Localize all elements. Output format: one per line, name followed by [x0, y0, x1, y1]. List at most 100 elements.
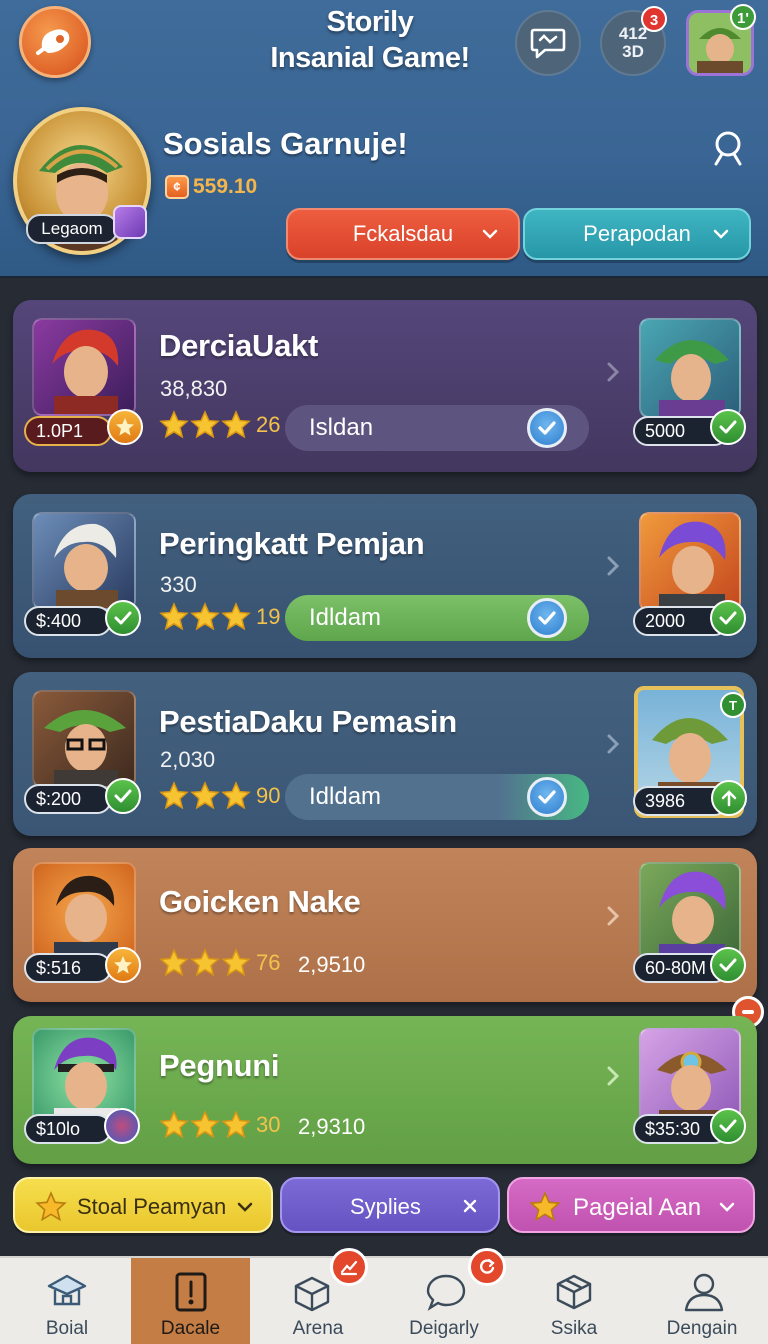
opponent-portrait: [639, 512, 741, 612]
star-icon: [190, 948, 220, 977]
check-badge-icon: [710, 600, 746, 636]
star-icon: [221, 410, 251, 439]
app-logo-button[interactable]: [19, 6, 91, 78]
player-portrait: [32, 318, 136, 416]
tab-label: Boial: [45, 1318, 89, 1339]
chat-bubble-icon: [426, 1274, 466, 1311]
chevron-right-icon[interactable]: [603, 732, 623, 756]
status-pill[interactable]: Isldan: [285, 405, 589, 451]
player-score: 330: [160, 572, 197, 597]
player-card[interactable]: $10lo Pegnuni 30 2,9310 $35:30: [13, 1016, 757, 1164]
star-icon: [190, 781, 220, 810]
check-circle-icon: [527, 408, 567, 448]
star-badge-icon: [105, 947, 141, 983]
player-card[interactable]: $:200 PestiaDaku Pemasin 2,030 90 Idldam…: [13, 672, 757, 836]
tab-dengain[interactable]: Dengain: [638, 1258, 766, 1344]
player-score: 2,030: [160, 747, 216, 772]
school-icon: [47, 1274, 87, 1306]
filter-middle-label: Syplies: [350, 1194, 421, 1219]
player-portrait: [32, 862, 136, 960]
star-count: 26: [256, 412, 281, 437]
stats-line2: 3D: [622, 42, 644, 61]
check-badge-icon: [105, 778, 141, 814]
status-pill[interactable]: Idldam: [285, 774, 589, 820]
dropdown-right-label: Perapodan: [583, 221, 691, 246]
star-icon: [35, 1191, 67, 1222]
star-rating: 30: [159, 1110, 280, 1140]
star-icon: [159, 948, 189, 977]
status-pill[interactable]: Idldam: [285, 595, 589, 641]
chevron-right-icon[interactable]: [603, 360, 623, 384]
star-icon: [190, 602, 220, 631]
game-logo-icon: [36, 29, 70, 55]
check-badge-icon: [710, 947, 746, 983]
rank-label: $10lo: [24, 1114, 112, 1144]
chat-icon: [530, 28, 566, 59]
coin-value: 559.10: [193, 175, 258, 198]
filter-right-dropdown[interactable]: Pageial Aan: [507, 1177, 755, 1233]
package-icon: [556, 1274, 592, 1310]
dropdown-right[interactable]: Perapodan: [523, 208, 751, 260]
refresh-badge-icon: [468, 1248, 506, 1286]
coin-icon: ¢: [165, 175, 189, 199]
opponent-portrait: [639, 318, 741, 418]
chevron-right-icon[interactable]: [603, 554, 623, 578]
profile-tag: Legaom: [26, 214, 118, 244]
player-score: 38,830: [160, 376, 228, 401]
player-name: DerciaUakt: [159, 328, 318, 363]
white-hair-hero-icon: [54, 523, 118, 608]
star-icon: [190, 1110, 220, 1139]
star-count: 76: [256, 950, 281, 975]
player-name: PestiaDaku Pemasin: [159, 704, 457, 739]
player-card[interactable]: 1.0P1 DerciaUakt 38,830 26 Isldan 5000: [13, 300, 757, 472]
tab-ssika[interactable]: Ssika: [510, 1258, 638, 1344]
tab-arena[interactable]: Arena: [254, 1248, 382, 1344]
check-badge-icon: [105, 600, 141, 636]
star-rating: 76: [159, 948, 280, 978]
bottom-tab-bar: Boial Dacale Arena Deigarly Ssika Dengai…: [0, 1248, 768, 1344]
star-rating: 26: [159, 410, 280, 440]
purple-hair-hero-icon: [659, 521, 726, 610]
avatar-notification-badge: 1': [730, 4, 756, 30]
app-title: Storily Insanial Game!: [250, 4, 490, 76]
tab-dacale[interactable]: Dacale: [131, 1258, 250, 1344]
chevron-down-icon: [482, 229, 498, 239]
status-pill-label: Isldan: [309, 414, 374, 441]
player-points: 2,9510: [298, 952, 366, 977]
filter-right-label: Pageial Aan: [573, 1194, 702, 1221]
tab-boial[interactable]: Boial: [3, 1258, 131, 1344]
filter-left-dropdown[interactable]: Stoal Peamyan: [13, 1177, 273, 1233]
trend-badge-icon: [330, 1248, 368, 1286]
search-button[interactable]: [708, 128, 748, 168]
tab-label: Dacale: [160, 1318, 221, 1339]
chat-button[interactable]: [515, 10, 581, 76]
star-icon: [221, 948, 251, 977]
stats-notification-badge: 3: [641, 6, 667, 32]
tab-label: Arena: [292, 1318, 344, 1339]
filter-left-label: Stoal Peamyan: [77, 1194, 227, 1219]
check-circle-icon: [527, 598, 567, 638]
rank-label: 1.0P1: [24, 416, 112, 446]
star-icon: [159, 602, 189, 631]
player-card[interactable]: $:400 Peringkatt Pemjan 330 19 Idldam 20…: [13, 494, 757, 658]
filter-middle-chip[interactable]: Syplies: [280, 1177, 500, 1233]
status-pill-label: Idldam: [309, 604, 382, 631]
star-icon: [159, 1110, 189, 1139]
star-rating: 90: [159, 781, 280, 811]
arena-box-icon: [294, 1276, 330, 1312]
tab-deigarly[interactable]: Deigarly: [380, 1248, 508, 1344]
player-name: Pegnuni: [159, 1048, 280, 1083]
dark-hair-hero-icon: [54, 875, 118, 958]
chevron-down-icon: [713, 229, 729, 239]
close-icon[interactable]: [462, 1198, 478, 1214]
arrow-up-badge-icon: [711, 780, 747, 816]
check-badge-icon: [710, 409, 746, 445]
player-name: Peringkatt Pemjan: [159, 526, 425, 561]
chevron-right-icon[interactable]: [603, 1064, 623, 1088]
star-icon: [529, 1191, 561, 1222]
chevron-down-icon: [237, 1202, 253, 1212]
chevron-right-icon[interactable]: [603, 904, 623, 928]
player-card[interactable]: $:516 Goicken Nake 76 2,9510 60-80M: [13, 848, 757, 1002]
dropdown-left[interactable]: Fckalsdau: [286, 208, 520, 260]
star-icon: [221, 1110, 251, 1139]
